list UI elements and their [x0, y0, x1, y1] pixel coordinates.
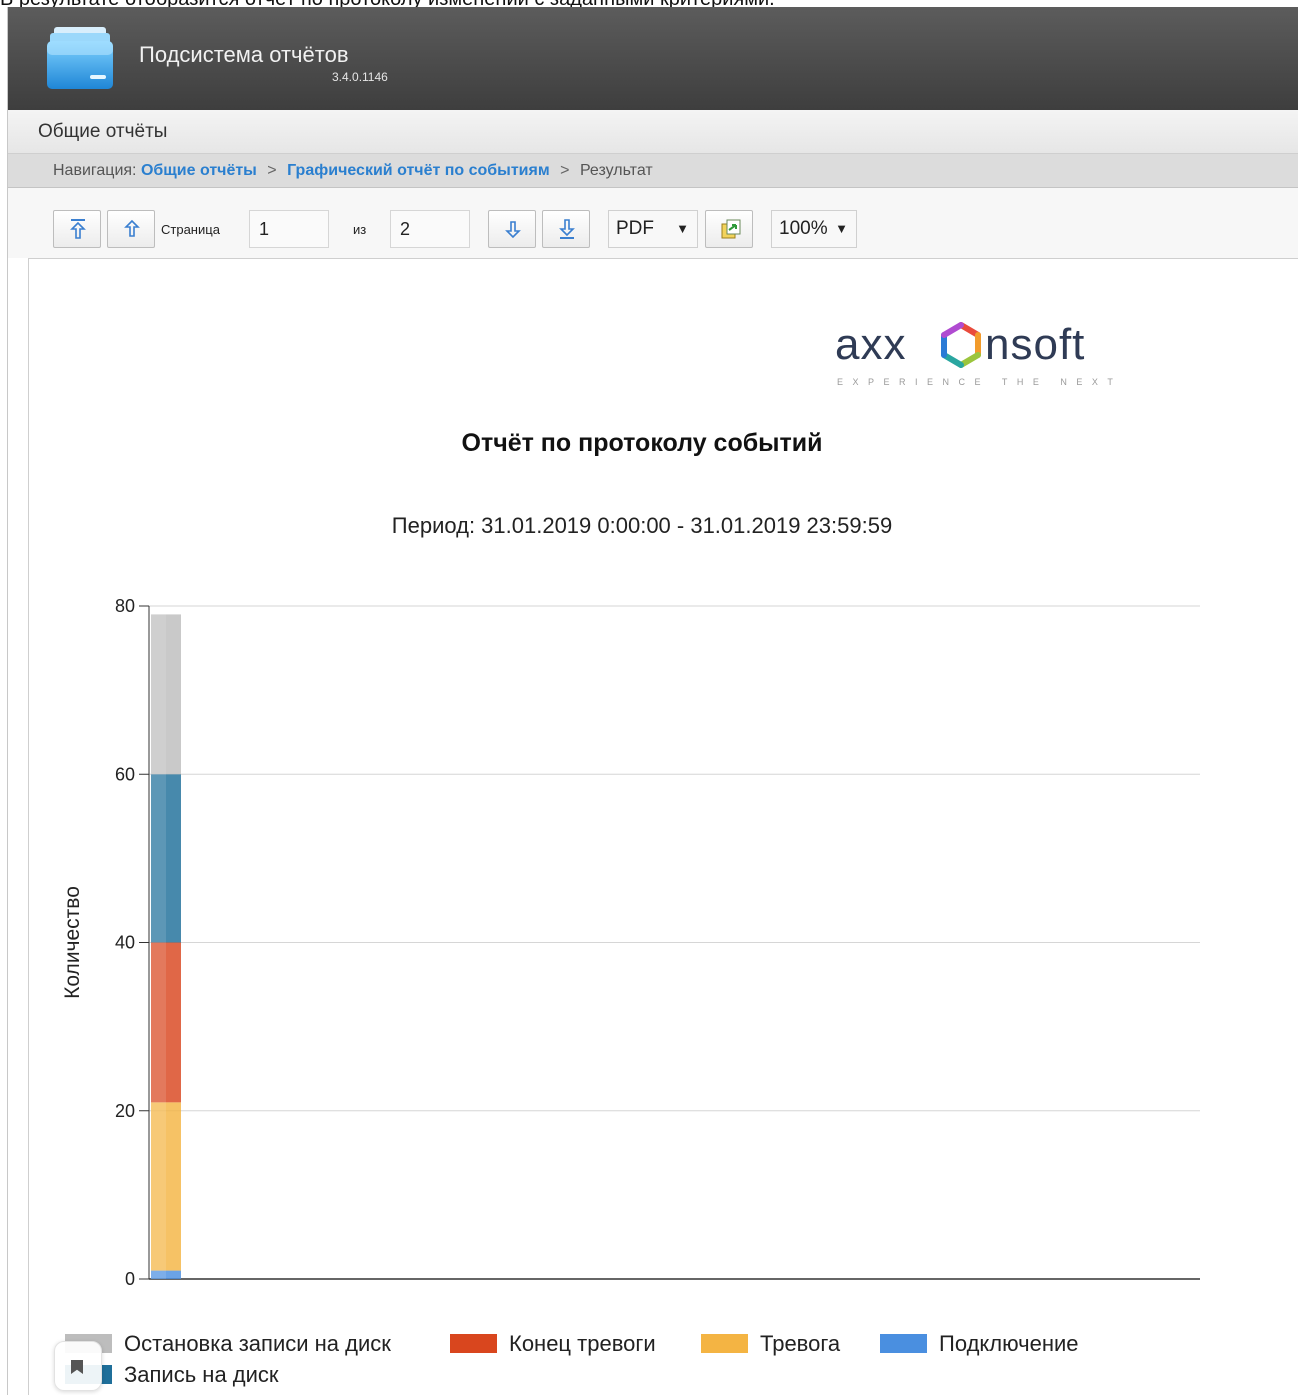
app-version: 3.4.0.1146 — [332, 70, 388, 84]
legend-label: Остановка записи на диск — [124, 1331, 391, 1356]
app-window: Подсистема отчётов 3.4.0.1146 Общие отчё… — [7, 7, 1298, 1395]
legend-item: Остановка записи на диск — [65, 1331, 391, 1357]
next-page-icon — [505, 221, 521, 239]
svg-text:EXPERIENCE THE NEXT: EXPERIENCE THE NEXT — [837, 377, 1122, 387]
report-toolbar: Страница 1 из 2 PDF ▼ 100% ▼ — [8, 188, 1298, 258]
zoom-value: 100% — [779, 218, 828, 239]
folder-icon — [47, 27, 113, 89]
breadcrumb-link-graphic-report[interactable]: Графический отчёт по событиям — [287, 162, 550, 179]
bar-highlight — [151, 614, 166, 1279]
stacked-bar-chart: 0 20 40 60 80 Количество — [61, 596, 1200, 1289]
bookmark-icon — [71, 1360, 83, 1374]
report-page: axx nsoft EXPERIENCE THE NEXT Отчёт по п… — [28, 258, 1298, 1395]
y-tick-label: 80 — [115, 596, 135, 616]
first-page-icon — [70, 219, 86, 239]
axxonsoft-logo: axx nsoft EXPERIENCE THE NEXT — [835, 320, 1122, 387]
prev-page-icon — [124, 219, 140, 237]
export-button[interactable] — [705, 210, 753, 248]
legend-label: Подключение — [939, 1331, 1079, 1356]
page-number-input[interactable]: 1 — [249, 210, 329, 248]
y-tick-label: 40 — [115, 933, 135, 953]
legend-swatch — [701, 1334, 748, 1353]
last-page-icon — [559, 219, 575, 239]
y-tick-label: 0 — [125, 1269, 135, 1289]
of-label: из — [353, 222, 367, 237]
svg-text:axx: axx — [835, 320, 906, 369]
next-page-button[interactable] — [488, 210, 536, 248]
zoom-select[interactable]: 100% ▼ — [771, 210, 857, 248]
breadcrumb-link-general-reports[interactable]: Общие отчёты — [141, 162, 257, 179]
app-title: Подсистема отчётов — [139, 42, 349, 67]
chevron-down-icon: ▼ — [835, 221, 848, 236]
legend-swatch — [880, 1334, 927, 1353]
export-format-select[interactable]: PDF ▼ — [608, 210, 698, 248]
breadcrumb-current: Результат — [579, 162, 653, 179]
breadcrumb-separator: > — [267, 162, 277, 179]
bookmark-button[interactable] — [54, 1341, 102, 1391]
breadcrumb-separator: > — [560, 162, 570, 179]
menu-item-general-reports[interactable]: Общие отчёты — [38, 121, 167, 143]
legend-label: Запись на диск — [124, 1362, 279, 1387]
report-period: Период: 31.01.2019 0:00:00 - 31.01.2019 … — [391, 513, 893, 538]
chevron-down-icon: ▼ — [676, 221, 689, 236]
legend-item: Конец тревоги — [450, 1331, 656, 1357]
y-tick-label: 60 — [115, 764, 135, 784]
legend-swatch — [450, 1334, 497, 1353]
legend-label: Конец тревоги — [509, 1331, 656, 1356]
breadcrumb-prefix: Навигация: — [53, 162, 137, 179]
first-page-button[interactable] — [53, 210, 101, 248]
prev-page-button[interactable] — [107, 210, 155, 248]
svg-text:nsoft: nsoft — [985, 320, 1085, 369]
app-header: Подсистема отчётов 3.4.0.1146 — [8, 7, 1298, 110]
legend-item: Подключение — [880, 1331, 1079, 1357]
y-axis-label: Количество — [61, 886, 84, 999]
total-pages-field: 2 — [390, 210, 470, 248]
legend-label: Тревога — [760, 1331, 841, 1356]
y-tick-label: 20 — [115, 1101, 135, 1121]
page-label: Страница — [161, 222, 220, 237]
legend-item: Тревога — [701, 1331, 840, 1357]
export-icon — [721, 219, 741, 239]
report-title: Отчёт по протоколу событий — [461, 429, 823, 457]
last-page-button[interactable] — [542, 210, 590, 248]
menu-bar: Общие отчёты — [8, 110, 1298, 154]
export-format-value: PDF — [616, 218, 654, 239]
breadcrumb: Навигация: Общие отчёты > Графический от… — [8, 154, 1298, 188]
